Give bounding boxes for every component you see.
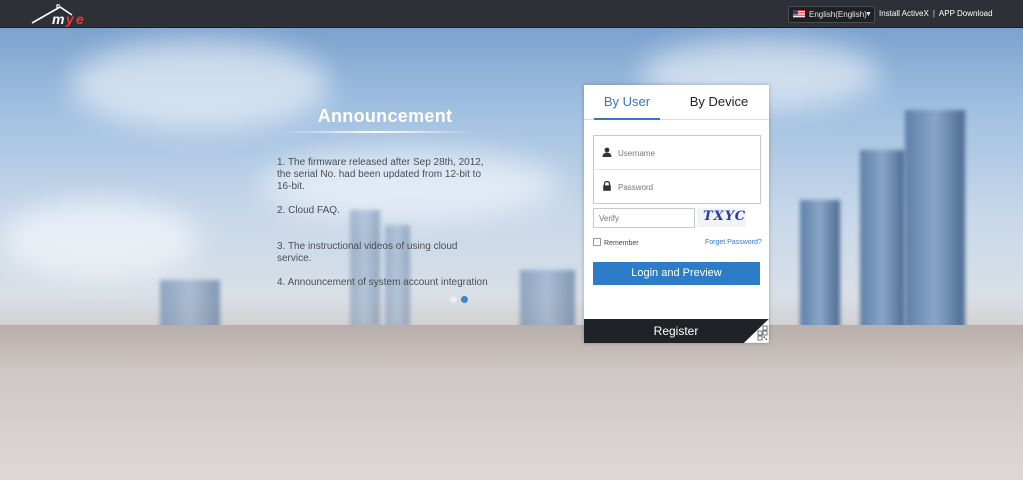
- building: [860, 150, 905, 330]
- cloud: [0, 200, 200, 280]
- svg-text:y: y: [65, 11, 75, 27]
- carousel-dot[interactable]: [450, 296, 457, 303]
- building: [905, 110, 965, 330]
- remember-label: Remember: [604, 240, 639, 247]
- link-separator: |: [932, 9, 935, 18]
- top-bar: m y e English(English) ▼ Install ActiveX…: [0, 0, 1023, 28]
- carousel-dots: [450, 290, 472, 308]
- announcement-item[interactable]: 3. The instructional videos of using clo…: [277, 241, 492, 265]
- svg-text:e: e: [76, 11, 84, 27]
- username-input[interactable]: [616, 144, 755, 162]
- login-button[interactable]: Login and Preview: [593, 262, 760, 285]
- qr-code-icon[interactable]: [744, 319, 769, 343]
- us-flag-icon: [793, 10, 805, 18]
- login-panel: By User By Device TXYC Remember Forget P…: [584, 85, 769, 343]
- announcement-item[interactable]: 2. Cloud FAQ.: [277, 205, 492, 217]
- language-select[interactable]: English(English) ▼: [788, 6, 875, 23]
- checkbox-icon: [593, 238, 601, 246]
- lock-icon: [603, 181, 611, 191]
- captcha-image[interactable]: TXYC: [697, 208, 746, 227]
- top-links: Install ActiveX | APP Download: [879, 6, 993, 21]
- remember-checkbox[interactable]: Remember: [593, 238, 639, 248]
- verify-input[interactable]: [593, 208, 695, 228]
- announcement-item[interactable]: 4. Announcement of system account integr…: [277, 277, 492, 289]
- password-input[interactable]: [616, 178, 755, 196]
- language-label: English(English): [809, 10, 867, 19]
- install-activex-link[interactable]: Install ActiveX: [879, 9, 929, 18]
- password-row: [594, 170, 760, 203]
- captcha-text: TXYC: [703, 209, 747, 224]
- ground: [0, 325, 1023, 480]
- carousel-dot-active[interactable]: [461, 296, 468, 303]
- tab-by-device[interactable]: By Device: [676, 85, 762, 119]
- building: [350, 210, 380, 330]
- building: [800, 200, 840, 330]
- forgot-password-link[interactable]: Forget Password?: [705, 238, 762, 247]
- app-download-link[interactable]: APP Download: [939, 9, 993, 18]
- login-tabs: By User By Device: [584, 85, 769, 120]
- announcement-item[interactable]: 1. The firmware released after Sep 28th,…: [277, 157, 492, 193]
- logo-mark: m y e: [31, 4, 84, 27]
- chevron-down-icon: ▼: [865, 11, 872, 18]
- announcement-title: Announcement: [317, 106, 453, 126]
- register-button[interactable]: Register: [584, 319, 768, 343]
- register-bar: Register: [584, 319, 769, 343]
- credentials-box: [593, 135, 761, 204]
- building: [520, 270, 575, 330]
- tab-by-user[interactable]: By User: [584, 85, 670, 120]
- building: [160, 280, 220, 330]
- username-row: [594, 136, 760, 170]
- user-icon: [602, 147, 612, 157]
- logo[interactable]: m y e: [30, 1, 100, 27]
- announcement-divider: [282, 131, 472, 133]
- svg-text:m: m: [52, 11, 64, 27]
